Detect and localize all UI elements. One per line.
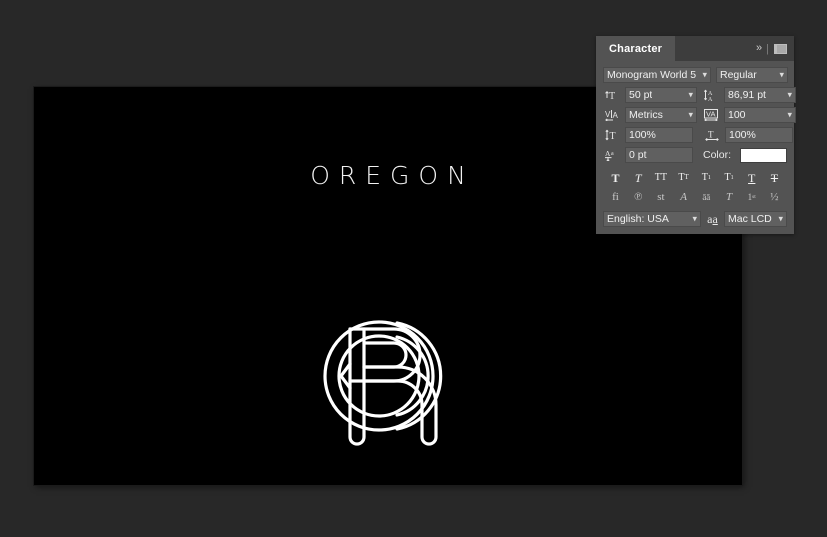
kerning-tracking-row: V A Metrics ▾ VA 100 ▾ bbox=[603, 107, 796, 123]
anti-aliasing-select[interactable]: Mac LCD ▾ bbox=[724, 211, 787, 227]
underline-button[interactable]: T bbox=[742, 170, 761, 185]
ordinals-button[interactable]: 1st bbox=[742, 190, 761, 205]
fractions-button[interactable]: ½ bbox=[765, 190, 784, 205]
language-antialias-row: English: USA ▾ aa Mac LCD ▾ bbox=[603, 211, 787, 227]
svg-text:T: T bbox=[708, 130, 714, 140]
faux-bold-button[interactable]: T bbox=[606, 170, 625, 185]
svg-text:A: A bbox=[612, 111, 618, 120]
vertical-scale-value: 100% bbox=[629, 129, 656, 141]
chevron-down-icon: ▾ bbox=[787, 89, 792, 100]
monogram-logo-artwork[interactable] bbox=[313, 312, 463, 452]
tab-character[interactable]: Character bbox=[596, 36, 676, 61]
font-style-value: Regular bbox=[720, 69, 757, 81]
leading-value: 86,91 pt bbox=[728, 89, 766, 101]
strikethrough-button[interactable]: T bbox=[765, 170, 784, 185]
subscript-button[interactable]: T1 bbox=[720, 170, 739, 185]
font-size-icon: T bbox=[603, 87, 620, 103]
small-caps-button[interactable]: TT bbox=[674, 170, 693, 185]
all-caps-button[interactable]: TT bbox=[651, 170, 670, 185]
superscript-button[interactable]: T1 bbox=[697, 170, 716, 185]
baseline-shift-value: 0 pt bbox=[629, 149, 647, 161]
tab-character-label: Character bbox=[609, 42, 663, 55]
chevron-down-icon: ▾ bbox=[702, 69, 707, 80]
discretionary-ligatures-button[interactable]: st bbox=[651, 190, 670, 205]
oldstyle-button[interactable]: āā bbox=[697, 190, 716, 205]
svg-text:V: V bbox=[605, 110, 611, 119]
font-row: Monogram World 5 ▾ Regular ▾ bbox=[603, 67, 788, 83]
standard-ligatures-button[interactable]: fi bbox=[606, 190, 625, 205]
monogram-vector bbox=[323, 320, 443, 446]
anti-aliasing-icon: aa bbox=[707, 212, 718, 226]
horizontal-scale-icon: T bbox=[703, 127, 720, 143]
collapse-panel-icon[interactable]: » bbox=[756, 43, 762, 54]
character-panel[interactable]: Character » | Monogram World 5 ▾ Regular… bbox=[596, 36, 796, 234]
chevron-down-icon: ▾ bbox=[779, 69, 784, 80]
svg-text:T: T bbox=[609, 131, 615, 141]
leading-input[interactable]: 86,91 pt ▾ bbox=[724, 87, 796, 103]
kerning-select[interactable]: Metrics ▾ bbox=[625, 107, 697, 123]
titling-alternates-button[interactable]: T bbox=[720, 190, 739, 205]
vertical-scale-icon: T bbox=[603, 127, 620, 143]
font-size-value: 50 pt bbox=[629, 89, 653, 101]
panel-tabbar-controls: » | bbox=[756, 36, 794, 61]
horizontal-scale-value: 100% bbox=[729, 129, 756, 141]
chevron-down-icon: ▾ bbox=[778, 213, 783, 224]
character-panel-body: Monogram World 5 ▾ Regular ▾ T 50 pt ▾ A… bbox=[596, 61, 796, 234]
horizontal-scale-input[interactable]: 100% bbox=[725, 127, 793, 143]
contextual-alternates-button[interactable]: ℗ bbox=[629, 190, 648, 205]
leading-icon: A A bbox=[702, 87, 719, 103]
font-style-select[interactable]: Regular ▾ bbox=[716, 67, 788, 83]
scale-row: T 100% T 100% bbox=[603, 127, 793, 143]
vertical-scale-input[interactable]: 100% bbox=[625, 127, 693, 143]
font-family-value: Monogram World 5 bbox=[607, 69, 696, 81]
font-style-buttons-row: T T TT TT T1 T1 T T bbox=[603, 170, 787, 185]
baseline-shift-icon: A a bbox=[603, 147, 620, 163]
baseline-shift-input[interactable]: 0 pt bbox=[625, 147, 693, 163]
chevron-down-icon: ▾ bbox=[787, 109, 792, 120]
faux-italic-button[interactable]: T bbox=[629, 170, 648, 185]
chevron-down-icon: ▾ bbox=[688, 89, 693, 100]
photoshop-workspace: OREGON Character » | Monogram World 5 ▾ … bbox=[0, 0, 827, 537]
language-value: English: USA bbox=[607, 213, 669, 225]
svg-text:a: a bbox=[611, 151, 614, 157]
color-label: Color: bbox=[703, 149, 732, 161]
tabbar-separator: | bbox=[766, 42, 769, 55]
tracking-value: 100 bbox=[728, 109, 746, 121]
tracking-icon: VA bbox=[702, 107, 719, 123]
monogram-r-bowl-inner bbox=[362, 341, 408, 369]
panel-tabbar: Character » | bbox=[596, 36, 794, 61]
svg-text:VA: VA bbox=[706, 110, 715, 119]
baseline-color-row: A a 0 pt Color: bbox=[603, 147, 787, 163]
opentype-buttons-row: fi ℗ st A āā T 1st ½ bbox=[603, 190, 787, 205]
anti-aliasing-value: Mac LCD bbox=[728, 213, 772, 225]
language-select[interactable]: English: USA ▾ bbox=[603, 211, 701, 227]
chevron-down-icon: ▾ bbox=[688, 109, 693, 120]
svg-text:T: T bbox=[609, 91, 615, 101]
svg-text:A: A bbox=[708, 97, 713, 101]
kerning-value: Metrics bbox=[629, 109, 663, 121]
swash-button[interactable]: A bbox=[674, 190, 693, 205]
font-family-select[interactable]: Monogram World 5 ▾ bbox=[603, 67, 711, 83]
font-size-input[interactable]: 50 pt ▾ bbox=[625, 87, 697, 103]
size-leading-row: T 50 pt ▾ A A 86,91 pt ▾ bbox=[603, 87, 796, 103]
text-color-swatch[interactable] bbox=[740, 147, 787, 163]
kerning-icon: V A bbox=[603, 107, 620, 123]
chevron-down-icon: ▾ bbox=[692, 213, 697, 224]
tracking-input[interactable]: 100 ▾ bbox=[724, 107, 796, 123]
panel-menu-icon[interactable] bbox=[774, 43, 787, 54]
